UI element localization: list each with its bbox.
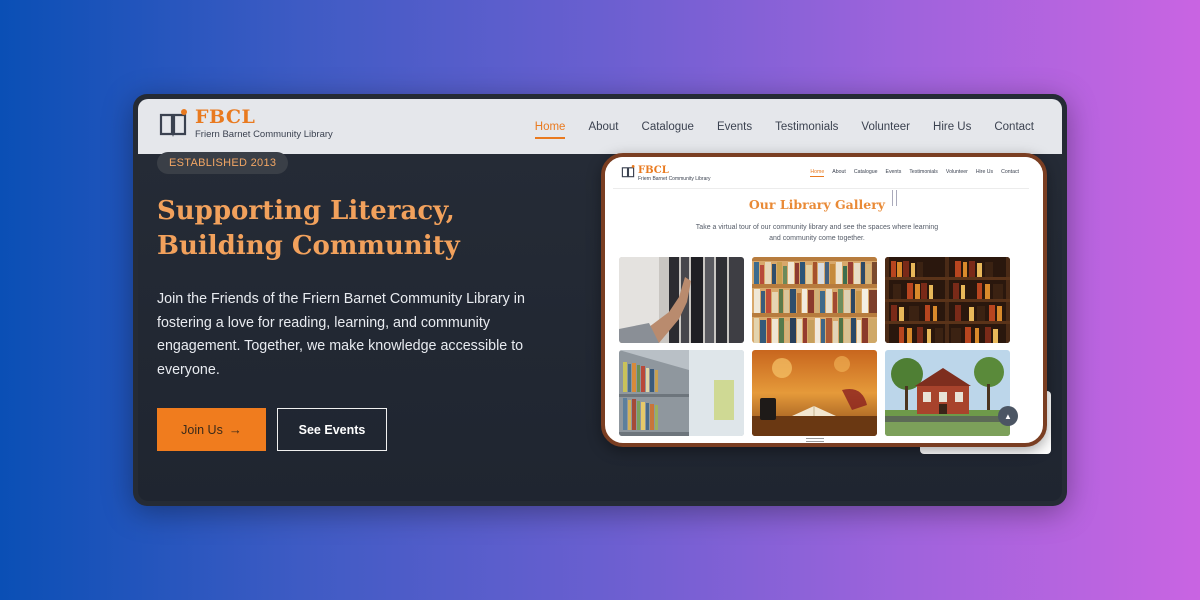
gallery-image-wood-bookcase[interactable] [885, 257, 1010, 343]
page-viewport: FBCL Friern Barnet Community Library Hom… [138, 99, 1062, 501]
nav-hire-us[interactable]: Hire Us [933, 121, 971, 133]
preview-nav-volunteer: Volunteer [945, 169, 968, 175]
preview-logo: FBCL Friern Barnet Community Library [621, 165, 711, 182]
brand-logo[interactable]: FBCL Friern Barnet Community Library [158, 106, 333, 140]
preview-nav-events: Events [885, 169, 902, 175]
brand-title: FBCL [195, 106, 256, 128]
preview-nav-about: About [832, 169, 846, 175]
headline-line-1: Supporting Literacy, [157, 196, 455, 226]
join-us-label: Join Us [181, 422, 223, 437]
nav-catalogue[interactable]: Catalogue [642, 121, 694, 133]
brand-subtitle: Friern Barnet Community Library [195, 129, 333, 140]
gallery-image-open-book[interactable] [752, 350, 877, 436]
gallery-title: Our Library Gallery [748, 197, 886, 212]
see-events-button[interactable]: See Events [277, 408, 387, 451]
main-nav: Home About Catalogue Events Testimonials… [534, 99, 1062, 154]
gallery-description-line-2: and community come together. [769, 235, 865, 242]
open-book-icon [158, 109, 188, 139]
preview-header: FBCL Friern Barnet Community Library Hom… [605, 157, 1043, 187]
preview-book-icon [621, 165, 635, 178]
chevron-up-icon: ▲ [1004, 411, 1012, 421]
headline-line-2: Building Community [157, 231, 460, 261]
preview-brand-title: FBCL [638, 165, 669, 176]
gallery-description-line-1: Take a virtual tour of our community lib… [695, 224, 939, 231]
gallery-image-library-building[interactable] [885, 350, 1010, 436]
nav-testimonials[interactable]: Testimonials [775, 121, 838, 133]
browser-frame: FBCL Friern Barnet Community Library Hom… [133, 94, 1067, 506]
nav-home[interactable]: Home [534, 121, 565, 139]
hero-lead: Join the Friends of the Friern Barnet Co… [157, 291, 525, 378]
preview-nav-catalogue: Catalogue [853, 169, 878, 175]
established-badge: ESTABLISHED 2013 [157, 152, 289, 174]
preview-nav-hire-us: Hire Us [975, 169, 994, 175]
hero-headline: Supporting Literacy, Building Community [157, 194, 577, 264]
resize-handle[interactable] [892, 190, 897, 206]
gallery-image-library-aisle[interactable] [619, 350, 744, 436]
gallery-image-book-shelves[interactable] [752, 257, 877, 343]
preview-nav-contact: Contact [1001, 169, 1019, 175]
arrow-right-icon: → [228, 422, 242, 437]
preview-nav-testimonials: Testimonials [909, 169, 938, 175]
tablet-preview: FBCL Friern Barnet Community Library Hom… [601, 153, 1047, 447]
nav-volunteer[interactable]: Volunteer [861, 121, 910, 133]
nav-about[interactable]: About [588, 121, 618, 133]
tablet-bottom-handle [806, 438, 824, 442]
nav-contact[interactable]: Contact [994, 121, 1034, 133]
preview-divider [613, 188, 1029, 189]
preview-nav: Home About Catalogue Events Testimonials… [802, 169, 1019, 177]
preview-nav-home: Home [810, 169, 825, 177]
join-us-button[interactable]: Join Us → [157, 408, 266, 451]
scroll-to-top-button[interactable]: ▲ [998, 406, 1018, 426]
gallery-image-hand-bookshelf[interactable] [619, 257, 744, 343]
preview-brand-subtitle: Friern Barnet Community Library [638, 176, 711, 182]
nav-events[interactable]: Events [717, 121, 752, 133]
gallery-description: Take a virtual tour of our community lib… [665, 222, 969, 244]
site-header: FBCL Friern Barnet Community Library Hom… [138, 99, 1062, 154]
